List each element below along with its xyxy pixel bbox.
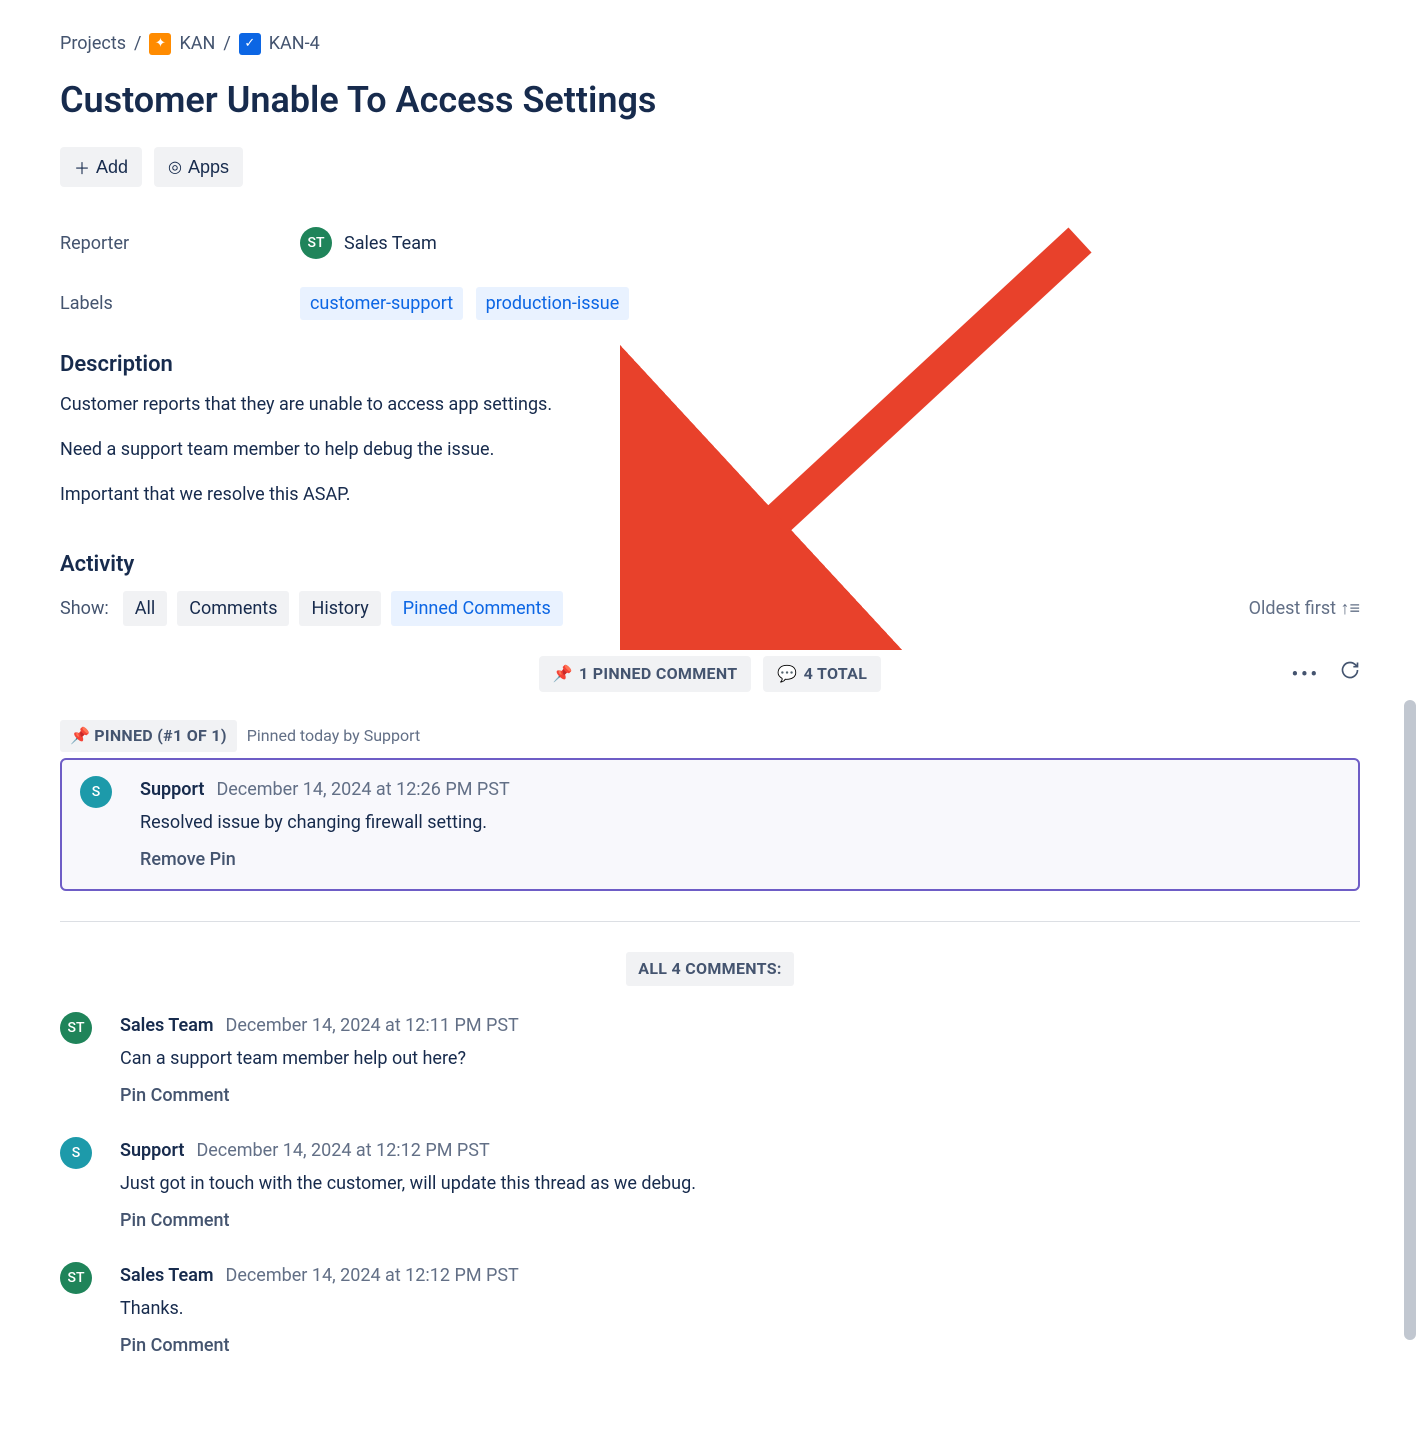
description-body: Customer reports that they are unable to… — [60, 391, 1360, 508]
pinned-comment: S Support December 14, 2024 at 12:26 PM … — [60, 758, 1360, 891]
comment-author[interactable]: Support — [120, 1137, 184, 1164]
apps-icon: ◎ — [168, 157, 182, 177]
total-count-text: 4 TOTAL — [804, 662, 868, 686]
comment-icon: 💬 — [777, 662, 797, 686]
refresh-button[interactable] — [1340, 660, 1360, 688]
label-chip[interactable]: customer-support — [300, 287, 463, 320]
issue-type-icon: ✓ — [239, 33, 261, 55]
comment: S Support December 14, 2024 at 12:12 PM … — [60, 1137, 1360, 1234]
comment-date: December 14, 2024 at 12:11 PM PST — [226, 1012, 519, 1039]
comment-date: December 14, 2024 at 12:12 PM PST — [226, 1262, 519, 1289]
pin-comment-button[interactable]: Pin Comment — [120, 1207, 1360, 1234]
divider — [60, 921, 1360, 922]
comment: ST Sales Team December 14, 2024 at 12:12… — [60, 1262, 1360, 1359]
labels-label: Labels — [60, 290, 300, 317]
tab-comments[interactable]: Comments — [177, 591, 289, 626]
reporter-avatar: ST — [300, 227, 332, 259]
comment-text: Just got in touch with the customer, wil… — [120, 1170, 1360, 1197]
comment-avatar: S — [60, 1137, 92, 1169]
tab-pinned-comments[interactable]: Pinned Comments — [391, 591, 563, 626]
pinned-count-badge: 📌 1 PINNED COMMENT — [539, 656, 752, 692]
pinned-by-text: Pinned today by Support — [247, 724, 420, 748]
show-label: Show: — [60, 595, 109, 622]
pinned-count-text: 1 PINNED COMMENT — [579, 662, 737, 686]
comment-author[interactable]: Sales Team — [120, 1262, 214, 1289]
add-button[interactable]: ＋ Add — [60, 147, 142, 187]
description-heading: Description — [60, 348, 1360, 381]
sort-button[interactable]: Oldest first ↑≡ — [1249, 595, 1360, 622]
all-comments-heading: ALL 4 COMMENTS: — [60, 952, 1360, 986]
field-reporter: Reporter ST Sales Team — [60, 227, 1360, 259]
comment-text: Can a support team member help out here? — [120, 1045, 1360, 1072]
activity-controls: Show: All Comments History Pinned Commen… — [60, 591, 1360, 626]
reporter-label: Reporter — [60, 230, 300, 257]
comment: ST Sales Team December 14, 2024 at 12:11… — [60, 1012, 1360, 1109]
breadcrumb-separator: / — [134, 30, 141, 57]
description-line: Customer reports that they are unable to… — [60, 391, 1360, 418]
scrollbar-thumb[interactable] — [1404, 700, 1416, 1340]
action-row: ＋ Add ◎ Apps — [60, 147, 1360, 187]
pinned-index-badge: 📌 PINNED (#1 OF 1) — [60, 720, 237, 752]
add-button-label: Add — [96, 157, 128, 178]
apps-button-label: Apps — [188, 157, 229, 178]
plus-icon: ＋ — [74, 155, 90, 179]
sort-icon: ↑≡ — [1340, 598, 1360, 619]
total-count-badge: 💬 4 TOTAL — [763, 656, 881, 692]
reporter-name[interactable]: Sales Team — [344, 230, 437, 257]
tab-history[interactable]: History — [299, 591, 380, 626]
breadcrumb-separator: / — [223, 30, 230, 57]
pin-icon: 📌 — [553, 662, 573, 686]
project-icon: ✦ — [149, 33, 171, 55]
comment-date: December 14, 2024 at 12:26 PM PST — [216, 776, 509, 803]
pin-comment-button[interactable]: Pin Comment — [120, 1332, 1360, 1359]
label-chip[interactable]: production-issue — [476, 287, 630, 320]
comment-text: Thanks. — [120, 1295, 1360, 1322]
all-comments-text: ALL 4 COMMENTS: — [626, 952, 793, 986]
page-title: Customer Unable To Access Settings — [60, 73, 1360, 127]
apps-button[interactable]: ◎ Apps — [154, 147, 243, 187]
description-line: Important that we resolve this ASAP. — [60, 481, 1360, 508]
breadcrumb: Projects / ✦ KAN / ✓ KAN-4 — [60, 30, 1360, 57]
comment-date: December 14, 2024 at 12:12 PM PST — [196, 1137, 489, 1164]
summary-badges: 📌 1 PINNED COMMENT 💬 4 TOTAL ••• — [60, 656, 1360, 692]
comments-list: ST Sales Team December 14, 2024 at 12:11… — [60, 1012, 1360, 1359]
comment-text: Resolved issue by changing firewall sett… — [140, 809, 1340, 836]
breadcrumb-issue[interactable]: KAN-4 — [269, 30, 320, 57]
activity-tabs: Show: All Comments History Pinned Commen… — [60, 591, 563, 626]
comment-author[interactable]: Sales Team — [120, 1012, 214, 1039]
sort-label: Oldest first — [1249, 598, 1336, 619]
pinned-index-text: PINNED (#1 OF 1) — [94, 724, 227, 748]
pin-icon: 📌 — [70, 724, 90, 748]
field-labels: Labels customer-support production-issue — [60, 287, 1360, 320]
breadcrumb-projects[interactable]: Projects — [60, 30, 126, 57]
breadcrumb-project[interactable]: KAN — [179, 30, 215, 57]
comment-avatar: ST — [60, 1262, 92, 1294]
more-menu-button[interactable]: ••• — [1292, 661, 1320, 688]
activity-heading: Activity — [60, 548, 1360, 581]
tab-all[interactable]: All — [123, 591, 168, 626]
comment-author[interactable]: Support — [140, 776, 204, 803]
remove-pin-button[interactable]: Remove Pin — [140, 846, 1340, 873]
comment-avatar: ST — [60, 1012, 92, 1044]
pinned-header: 📌 PINNED (#1 OF 1) Pinned today by Suppo… — [60, 720, 1360, 752]
pin-comment-button[interactable]: Pin Comment — [120, 1082, 1360, 1109]
comment-avatar: S — [80, 776, 112, 808]
description-line: Need a support team member to help debug… — [60, 436, 1360, 463]
